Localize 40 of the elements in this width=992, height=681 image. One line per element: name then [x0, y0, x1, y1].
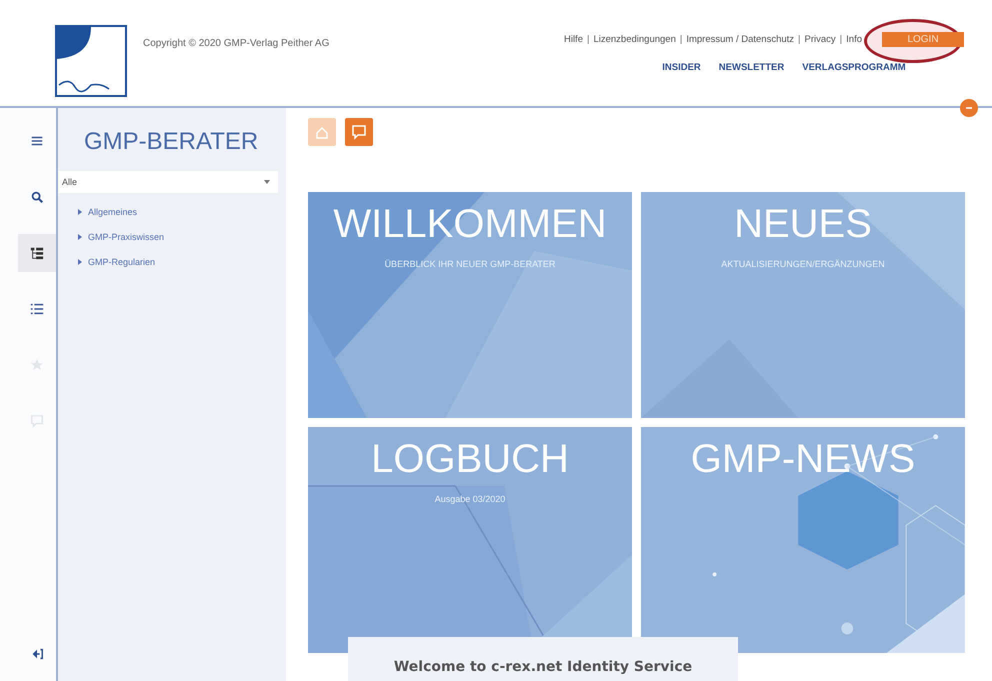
search-icon	[30, 190, 44, 204]
menu-icon	[30, 134, 44, 148]
caret-icon	[264, 180, 270, 184]
tree-item[interactable]: GMP-Regularien	[78, 249, 286, 274]
house-icon	[314, 124, 330, 140]
speech-bubble-icon	[30, 414, 44, 428]
nav-link[interactable]: VERLAGSPROGRAMM	[802, 62, 906, 73]
footer-link[interactable]: Privacy	[804, 34, 836, 45]
copyright-text: Copyright © 2020 GMP-Verlag Peither AG	[143, 38, 330, 51]
footer-link[interactable]: Lizenzbedingungen	[593, 34, 676, 45]
tree-item[interactable]: Allgemeines	[78, 199, 286, 224]
tile-subtitle: AKTUALISIERUNGEN/ERGÄNZUNGEN	[721, 259, 885, 269]
separator-text: |	[840, 34, 842, 45]
star-icon	[30, 358, 44, 372]
collapse-button[interactable]	[960, 99, 978, 117]
footer-link[interactable]: Impressum / Datenschutz	[686, 34, 794, 45]
separator-text: |	[586, 34, 590, 45]
tile-title: GMP-NEWS	[690, 437, 916, 482]
separator-text: |	[798, 34, 801, 45]
nav-link[interactable]: INSIDER	[662, 62, 701, 73]
list-icon	[30, 302, 44, 316]
footer-link[interactable]: Hilfe	[564, 34, 583, 45]
tile-title: NEUES	[734, 202, 872, 247]
filter-dropdown[interactable]: Alle	[58, 171, 278, 193]
tile-subtitle: ÜBERBLICK IHR NEUER GMP-BERATER	[384, 259, 556, 269]
tile-title: WILLKOMMEN	[333, 202, 607, 247]
sidebar-tab[interactable]	[18, 234, 56, 272]
welcome-banner: Welcome to c-rex.net Identity Service	[348, 637, 738, 681]
speech-bubble-icon	[351, 124, 367, 140]
publisher-logo	[55, 25, 127, 97]
app-title: GMP-BERATER	[83, 127, 260, 157]
tree-icon	[30, 246, 44, 260]
tile-title: LOGBUCH	[371, 437, 569, 482]
nav-link[interactable]: NEWSLETTER	[718, 62, 784, 73]
comment-button[interactable]	[345, 118, 373, 146]
separator-text: |	[680, 34, 682, 45]
tile-subtitle: Ausgabe 03/2020	[434, 494, 506, 504]
footer-link[interactable]: Info	[846, 34, 862, 45]
login-arrow-icon	[30, 647, 44, 661]
tree-item[interactable]: GMP-Praxiswissen	[78, 224, 286, 249]
